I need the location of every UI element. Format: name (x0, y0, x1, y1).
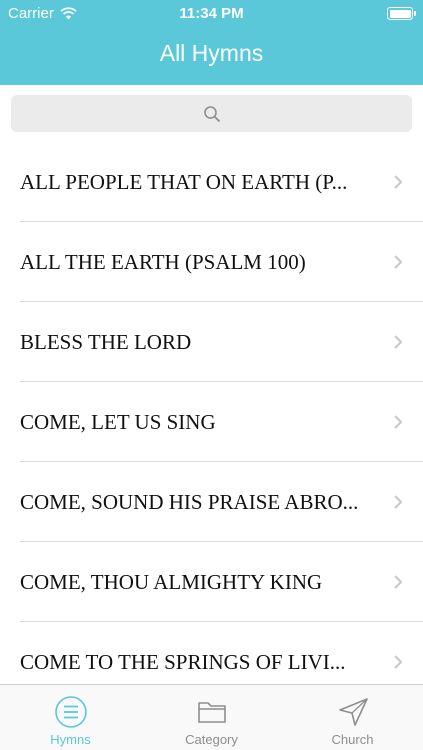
tab-bar: Hymns Category Church (0, 684, 423, 750)
list-item[interactable]: COME, LET US SING (0, 382, 423, 462)
list-item[interactable]: ALL THE EARTH (PSALM 100) (0, 222, 423, 302)
list-item-label: ALL PEOPLE THAT ON EARTH (P... (20, 169, 348, 194)
chevron-right-icon (394, 655, 403, 669)
list-item-label: BLESS THE LORD (20, 329, 192, 354)
status-time: 11:34 PM (179, 5, 244, 22)
tab-hymns[interactable]: Hymns (0, 685, 141, 750)
list-item[interactable]: ALL PEOPLE THAT ON EARTH (P... (0, 142, 423, 222)
list-item-label: COME, LET US SING (20, 409, 216, 434)
list-item-label: COME TO THE SPRINGS OF LIVI... (20, 649, 346, 674)
page-title: All Hymns (159, 40, 264, 66)
list-item[interactable]: COME, THOU ALMIGHTY KING (0, 542, 423, 622)
list-item-label: ALL THE EARTH (PSALM 100) (20, 249, 306, 274)
list-item-label: COME, THOU ALMIGHTY KING (20, 569, 323, 594)
search-input[interactable] (11, 95, 412, 132)
tab-label: Hymns (50, 732, 91, 747)
list-item-label: COME, SOUND HIS PRAISE ABRO... (20, 489, 359, 514)
chevron-right-icon (394, 255, 403, 269)
tab-label: Church (331, 732, 374, 747)
chevron-right-icon (394, 415, 403, 429)
chevron-right-icon (394, 175, 403, 189)
list-item[interactable]: COME, SOUND HIS PRAISE ABRO... (0, 462, 423, 542)
hymn-list: ALL PEOPLE THAT ON EARTH (P... ALL THE E… (0, 142, 423, 702)
battery-icon (387, 7, 416, 20)
chevron-right-icon (394, 335, 403, 349)
location-arrow-icon (338, 698, 368, 726)
folder-icon (197, 702, 226, 723)
app-screen: Carrier 11:34 PM All Hymns ALL PEOPLE TH… (0, 0, 423, 750)
list-icon (54, 696, 87, 728)
list-item[interactable]: BLESS THE LORD (0, 302, 423, 382)
search-icon (203, 105, 220, 122)
chevron-right-icon (394, 495, 403, 509)
tab-church[interactable]: Church (282, 685, 423, 750)
tab-category[interactable]: Category (141, 685, 282, 750)
header: Carrier 11:34 PM All Hymns (0, 0, 423, 85)
chevron-right-icon (394, 575, 403, 589)
status-bar: Carrier 11:34 PM (0, 0, 423, 28)
tab-label: Category (185, 732, 238, 747)
